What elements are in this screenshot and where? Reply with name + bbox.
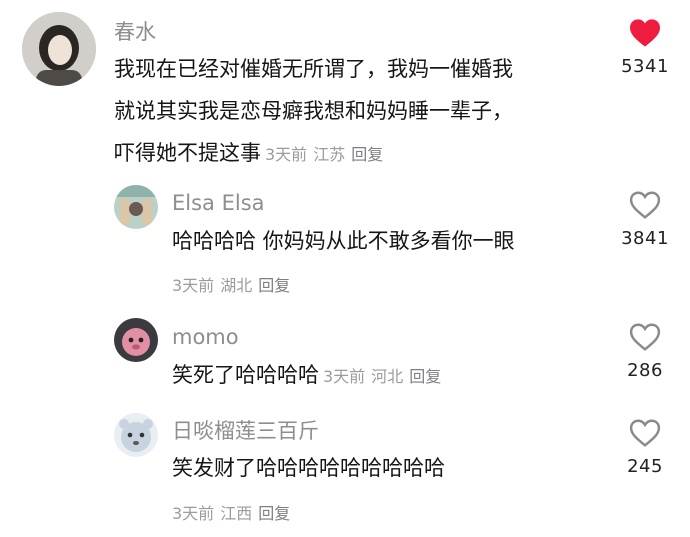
comment-username[interactable]: Elsa Elsa xyxy=(172,191,265,215)
comment-text: 哈哈哈哈 你妈妈从此不敢多看你一眼 xyxy=(172,229,515,253)
avatar-photo xyxy=(114,185,158,229)
reply-button[interactable]: 回复 xyxy=(409,367,441,386)
avatar-photo xyxy=(114,413,158,457)
comment-time: 3天前 xyxy=(323,367,366,386)
avatar[interactable] xyxy=(22,12,96,86)
like-count: 5341 xyxy=(621,56,669,77)
comment-time: 3天前 xyxy=(172,504,215,523)
heart-filled-icon xyxy=(630,19,660,47)
like-count: 3841 xyxy=(621,228,669,249)
comment-text: 我现在已经对催婚无所谓了，我妈一催婚我 就说其实我是恋母癖我想和妈妈睡一辈子， … xyxy=(114,48,614,176)
comment-meta: 3天前 湖北 回复 xyxy=(172,272,296,296)
comment-meta: 3天前 江苏 回复 xyxy=(265,145,389,164)
avatar-photo xyxy=(114,318,158,362)
comment-username[interactable]: momo xyxy=(172,325,239,349)
comment-location: 江西 xyxy=(220,504,253,523)
heart-outline-icon xyxy=(629,323,661,351)
like-count: 286 xyxy=(627,360,663,381)
comment-text: 笑死了哈哈哈哈 3天前 河北 回复 xyxy=(172,354,592,398)
reply-button[interactable]: 回复 xyxy=(351,145,383,164)
comment-time: 3天前 xyxy=(172,276,215,295)
comment-location: 河北 xyxy=(371,367,404,386)
like-button[interactable]: 245 xyxy=(610,418,680,477)
comment-meta: 3天前 江西 回复 xyxy=(172,500,296,524)
comment-username[interactable]: 日啖榴莲三百斤 xyxy=(172,419,319,443)
avatar[interactable] xyxy=(114,185,158,229)
comment-location: 江苏 xyxy=(313,145,346,164)
comment-text: 笑发财了哈哈哈哈哈哈哈哈哈 xyxy=(172,456,445,480)
like-button[interactable]: 286 xyxy=(610,322,680,381)
comment-text-body: 笑死了哈哈哈哈 xyxy=(172,363,319,387)
heart-outline-icon xyxy=(629,191,661,219)
avatar-photo xyxy=(22,12,96,86)
reply-button[interactable]: 回复 xyxy=(258,504,290,523)
like-button[interactable]: 5341 xyxy=(610,18,680,77)
like-button[interactable]: 3841 xyxy=(610,190,680,249)
reply-button[interactable]: 回复 xyxy=(258,276,290,295)
comment-username[interactable]: 春水 xyxy=(114,20,156,44)
comment-text-line: 就说其实我是恋母癖我想和妈妈睡一辈子， xyxy=(114,99,513,123)
comment-location: 湖北 xyxy=(220,276,253,295)
comment-meta: 3天前 河北 回复 xyxy=(323,367,447,386)
comment-text-line: 我现在已经对催婚无所谓了，我妈一催婚我 xyxy=(114,57,513,81)
avatar[interactable] xyxy=(114,318,158,362)
heart-outline-icon xyxy=(629,419,661,447)
like-count: 245 xyxy=(627,456,663,477)
avatar[interactable] xyxy=(114,413,158,457)
comment-text-line: 吓得她不提这事 3天前 江苏 回复 xyxy=(114,132,614,176)
comment-time: 3天前 xyxy=(265,145,308,164)
